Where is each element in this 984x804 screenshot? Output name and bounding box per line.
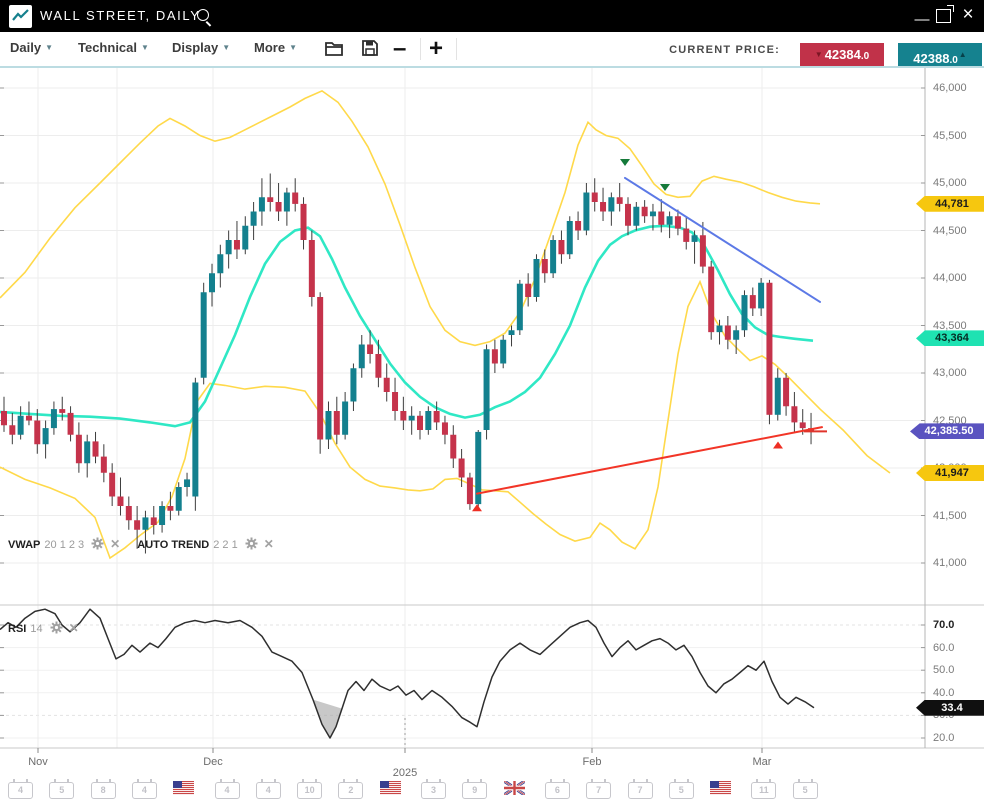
chevron-down-icon: ▼ <box>222 43 230 52</box>
axis-tick-label: 44,500 <box>933 225 981 237</box>
calendar-event-icon[interactable]: 11 <box>751 782 776 799</box>
calendar-event-icon[interactable]: 4 <box>8 782 33 799</box>
axis-tick-label: 43,500 <box>933 320 981 332</box>
rsi-indicator-row: RSI 14 ✕ <box>8 621 79 637</box>
xaxis-month: Feb <box>570 756 614 768</box>
xaxis-month: Dec <box>191 756 235 768</box>
toolbar-separator <box>420 38 421 60</box>
save-icon[interactable] <box>360 38 380 63</box>
close-icon[interactable]: ✕ <box>110 537 120 551</box>
axis-tick-label: 41,500 <box>933 510 981 522</box>
calendar-event-icon[interactable]: 7 <box>586 782 611 799</box>
calendar-event-icon[interactable]: 5 <box>669 782 694 799</box>
buy-signal-icon <box>773 442 783 449</box>
chevron-down-icon: ▼ <box>45 43 53 52</box>
close-icon[interactable]: ✕ <box>69 621 79 635</box>
zoom-in-button[interactable]: + <box>429 35 443 63</box>
calendar-event-icon[interactable]: 6 <box>545 782 570 799</box>
vwap-indicator-row: VWAP 20 1 2 3 ✕ AUTO TREND 2 2 1 ✕ <box>8 537 274 553</box>
display-menu[interactable]: Display▼ <box>172 40 230 55</box>
indicator-value-badge: 43,364 <box>916 330 984 346</box>
axis-tick-label: 46,000 <box>933 82 981 94</box>
uk-flag-icon[interactable] <box>504 781 525 795</box>
axis-tick-label: 70.0 <box>933 619 981 631</box>
calendar-event-icon[interactable]: 4 <box>132 782 157 799</box>
title-bar: WALL STREET, DAILY — × <box>0 0 984 32</box>
pane-borders <box>0 68 984 753</box>
zoom-out-button[interactable]: – <box>393 35 406 63</box>
calendar-event-icon[interactable]: 5 <box>793 782 818 799</box>
axis-tick-label: 40.0 <box>933 687 981 699</box>
chart-canvas[interactable] <box>0 68 984 804</box>
calendar-event-icon[interactable]: 7 <box>628 782 653 799</box>
rsi-params: 14 <box>30 623 42 635</box>
xaxis-month: Mar <box>740 756 784 768</box>
rsi-layer <box>0 609 814 738</box>
calendar-event-icon[interactable]: 10 <box>297 782 322 799</box>
xaxis-year: 2025 <box>383 767 427 779</box>
axis-tick-label: 41,000 <box>933 557 981 569</box>
buy-signal-icon <box>472 504 482 511</box>
axis-tick-label: 20.0 <box>933 732 981 744</box>
timeframe-menu[interactable]: Daily▼ <box>10 40 53 55</box>
calendar-event-icon[interactable]: 4 <box>215 782 240 799</box>
gear-icon[interactable] <box>91 537 104 553</box>
gear-icon[interactable] <box>50 621 63 637</box>
gear-icon[interactable] <box>245 537 258 553</box>
rsi-label: RSI <box>8 623 26 635</box>
toolbar: Daily▼ Technical▼ Display▼ More▼ – + CUR… <box>0 32 984 68</box>
chart-title: WALL STREET, DAILY <box>40 8 201 23</box>
open-folder-icon[interactable] <box>324 38 346 63</box>
calendar-event-icon[interactable]: 4 <box>256 782 281 799</box>
ask-price-badge: 42388.0▲ <box>898 43 982 66</box>
indicator-value-badge: 41,947 <box>916 465 984 481</box>
toolbar-separator <box>456 38 457 60</box>
autotrend-label: AUTO TREND <box>137 539 209 551</box>
axis-tick-label: 44,000 <box>933 272 981 284</box>
calendar-event-icon[interactable]: 3 <box>421 782 446 799</box>
last-price-badge: 42,385.50 <box>910 423 984 439</box>
calendar-event-icon[interactable]: 9 <box>462 782 487 799</box>
axis-tick-label: 43,000 <box>933 367 981 379</box>
us-flag-icon[interactable] <box>710 781 731 795</box>
axis-tick-label: 50.0 <box>933 664 981 676</box>
bid-price-badge: ▼42384.0 <box>800 43 884 66</box>
indicator-value-badge: 44,781 <box>916 196 984 212</box>
search-icon[interactable] <box>197 9 209 21</box>
axis-tick-label: 45,500 <box>933 130 981 142</box>
current-price-label: CURRENT PRICE: <box>669 44 780 56</box>
axis-tick-label: 60.0 <box>933 642 981 654</box>
technical-menu[interactable]: Technical▼ <box>78 40 149 55</box>
minimize-button[interactable]: — <box>912 0 932 32</box>
calendar-event-icon[interactable]: 5 <box>49 782 74 799</box>
event-icon-strip: 458444102396775115 <box>0 779 984 804</box>
trading-app-window: { "titlebar": {"title": "WALL STREET, DA… <box>0 0 984 804</box>
more-menu[interactable]: More▼ <box>254 40 297 55</box>
arrow-down-icon: ▼ <box>815 50 823 59</box>
chevron-down-icon: ▼ <box>141 43 149 52</box>
indicator-value-badge: 33.4 <box>916 700 984 716</box>
close-icon[interactable]: × <box>957 0 979 32</box>
us-flag-icon[interactable] <box>380 781 401 795</box>
autotrend-params: 2 2 1 <box>213 539 237 551</box>
us-flag-icon[interactable] <box>173 781 194 795</box>
axis-tick-label: 45,000 <box>933 177 981 189</box>
xaxis-month: Nov <box>16 756 60 768</box>
calendar-event-icon[interactable]: 8 <box>91 782 116 799</box>
vwap-params: 20 1 2 3 <box>44 539 84 551</box>
arrow-up-icon: ▲ <box>959 50 967 59</box>
chevron-down-icon: ▼ <box>289 43 297 52</box>
sell-signal-icon <box>620 159 630 166</box>
app-logo-icon <box>9 5 32 28</box>
vwap-bands-layer <box>0 91 890 558</box>
close-icon[interactable]: ✕ <box>264 537 274 551</box>
vwap-label: VWAP <box>8 539 40 551</box>
popout-button[interactable] <box>936 9 951 23</box>
calendar-event-icon[interactable]: 2 <box>338 782 363 799</box>
